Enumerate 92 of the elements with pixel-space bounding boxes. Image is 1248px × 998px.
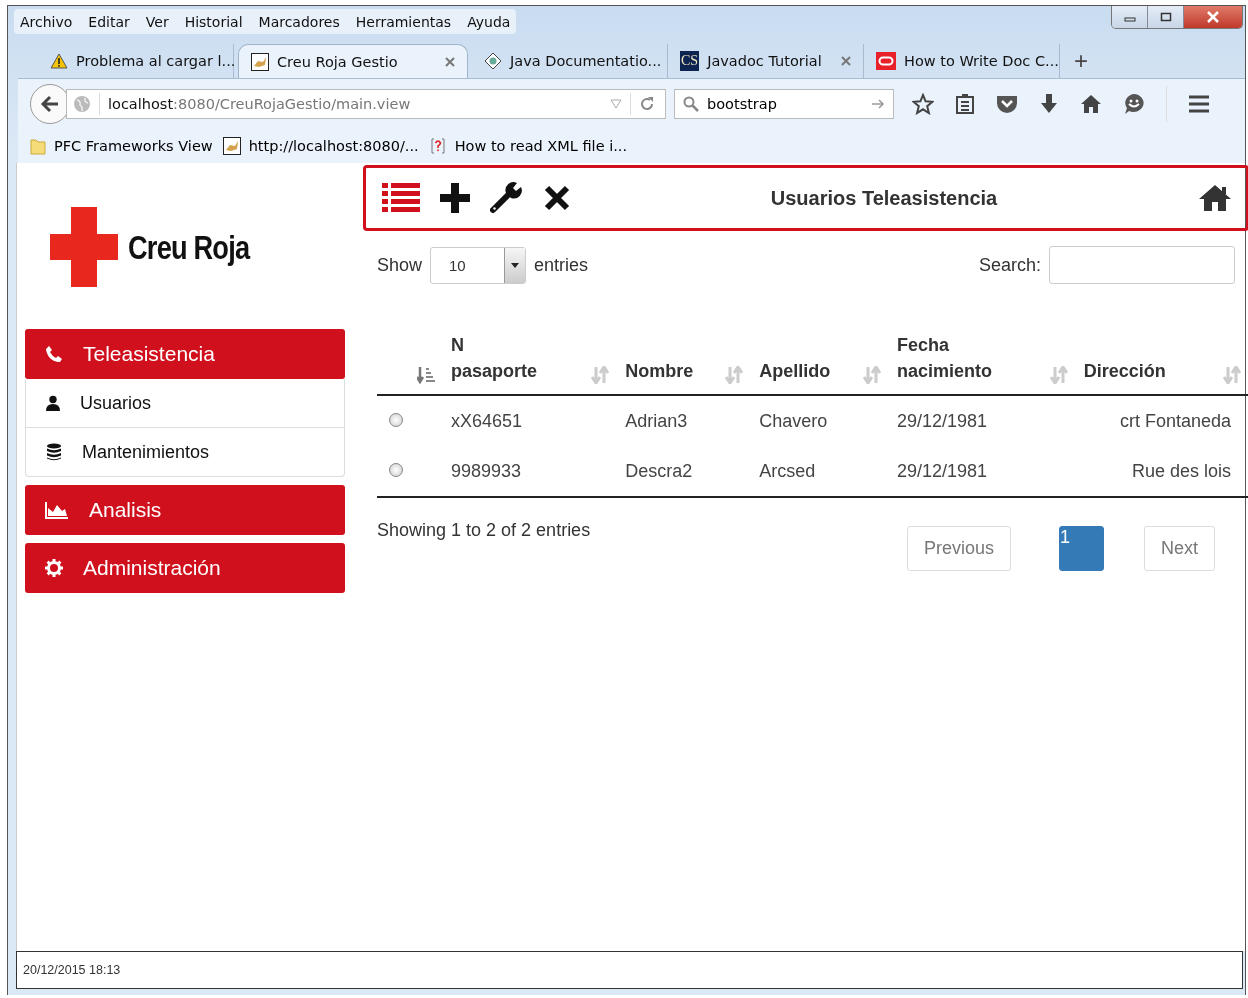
table-cell: Arcsed (751, 446, 889, 497)
column-header[interactable]: Dirección (1075, 308, 1248, 395)
area-chart-icon (45, 501, 69, 519)
table-cell: 29/12/1981 (888, 446, 1076, 497)
plus-icon[interactable] (440, 183, 470, 213)
menu-item[interactable]: Herramientas (355, 13, 452, 30)
search-field[interactable]: bootstrap (674, 89, 894, 119)
date-time: 20/12/2015 18:13 (23, 963, 121, 977)
table-cell: crt Fontaneda (1075, 395, 1248, 446)
home-icon[interactable] (1198, 184, 1232, 212)
address-bar[interactable]: localhost:8080/CreuRojaGestio/main.view (66, 89, 666, 119)
menu-icon[interactable] (1188, 95, 1210, 113)
column-header[interactable]: Apellido (751, 308, 889, 395)
clipboard-icon[interactable] (955, 93, 975, 115)
column-header[interactable]: Fecha nacimiento (888, 308, 1076, 395)
menu-item[interactable]: Editar (88, 13, 130, 30)
column-header[interactable]: Nombre (617, 308, 752, 395)
warning-icon (50, 53, 68, 69)
search-field[interactable] (1049, 246, 1235, 284)
column-header[interactable]: N pasaporte (443, 308, 618, 395)
sidebar-section[interactable]: Teleasistencia (25, 329, 345, 379)
sort-icon (1049, 366, 1068, 384)
page-title: Usuarios Teleasistencia (769, 186, 999, 210)
user-icon (46, 395, 60, 411)
cat-icon (251, 52, 269, 71)
row-radio[interactable] (389, 462, 403, 477)
download-icon[interactable] (1039, 93, 1059, 115)
bookmark-item[interactable]: How to read XML file i... (428, 137, 628, 155)
tab-title: How to Write Doc C... (904, 53, 1059, 69)
phone-icon (45, 345, 63, 363)
menu-item[interactable]: Ayuda (467, 13, 511, 30)
menu-item[interactable]: Archivo (20, 13, 73, 30)
reload-icon[interactable] (639, 96, 655, 112)
url-text: localhost:8080/CreuRojaGestio/main.view (108, 96, 412, 112)
entries-label: entries (534, 254, 589, 276)
close-button[interactable] (1184, 6, 1242, 28)
menu-item[interactable]: Historial (184, 13, 243, 30)
sort-icon (725, 366, 744, 384)
menu-item[interactable]: Marcadores (258, 13, 340, 30)
logo: Creu Roja (50, 207, 280, 287)
close-icon[interactable] (544, 185, 570, 211)
sort-icon (862, 366, 881, 384)
go-arrow-icon[interactable] (871, 98, 885, 110)
sort-icon (591, 366, 610, 384)
browser-tab[interactable]: Creu Roja Gestio (238, 44, 468, 78)
star-icon[interactable] (912, 93, 934, 115)
table-cell: Chavero (751, 395, 889, 446)
settings-icon (45, 559, 63, 577)
bookmark-item[interactable]: PFC Frameworks View (30, 137, 213, 155)
search-label: Search: (978, 254, 1041, 276)
menu-item[interactable]: Ver (145, 13, 169, 30)
search-icon (683, 96, 699, 112)
sort-ascending-icon[interactable] (417, 366, 435, 384)
sort-icon (1223, 366, 1241, 384)
home-icon[interactable] (1080, 94, 1102, 114)
sidebar-section[interactable]: Analisis (25, 485, 345, 535)
list-icon[interactable] (382, 183, 420, 213)
folder-icon (30, 137, 46, 155)
sidebar-item[interactable]: Usuarios (25, 379, 345, 428)
tab-title: Java Documentatio... (510, 53, 662, 69)
missing-page-icon (428, 137, 447, 155)
globe-icon (73, 95, 91, 113)
table-cell: 29/12/1981 (888, 395, 1076, 446)
table-cell: Adrian3 (617, 395, 752, 446)
table-cell: 9989933 (443, 446, 618, 497)
database-icon (46, 443, 62, 461)
diamond-icon (484, 52, 502, 70)
chat-icon[interactable] (1123, 93, 1145, 115)
tab-title: Creu Roja Gestio (277, 53, 399, 70)
page-button[interactable]: 1 (1059, 526, 1104, 571)
row-radio[interactable] (389, 412, 403, 427)
sidebar-item[interactable]: Mantenimientos (25, 428, 345, 477)
table-cell: xX64651 (443, 395, 618, 446)
table-cell: Descra2 (617, 446, 752, 497)
new-tab-button[interactable]: + (1060, 44, 1102, 78)
close-icon (1206, 11, 1220, 23)
show-label: Show (377, 254, 423, 276)
maximize-button[interactable] (1148, 6, 1184, 28)
pocket-icon[interactable] (996, 94, 1018, 114)
site-icon: CS (680, 51, 700, 71)
tab-title: Problema al cargar l... (76, 53, 236, 69)
caret-icon (511, 262, 520, 268)
entries-select[interactable]: 10 (430, 246, 527, 284)
wrench-icon[interactable] (490, 181, 524, 215)
back-arrow-icon (40, 95, 60, 113)
table-info: Showing 1 to 2 of 2 entries (377, 520, 591, 542)
tab-title: Javadoc Tutorial (707, 53, 823, 69)
restore-icon (1159, 12, 1172, 22)
sidebar-section[interactable]: Administración (25, 543, 345, 593)
cat-icon (222, 137, 241, 155)
table-cell: Rue des lois (1075, 446, 1248, 497)
bookmark-item[interactable]: http://localhost:8080/... (222, 137, 419, 155)
